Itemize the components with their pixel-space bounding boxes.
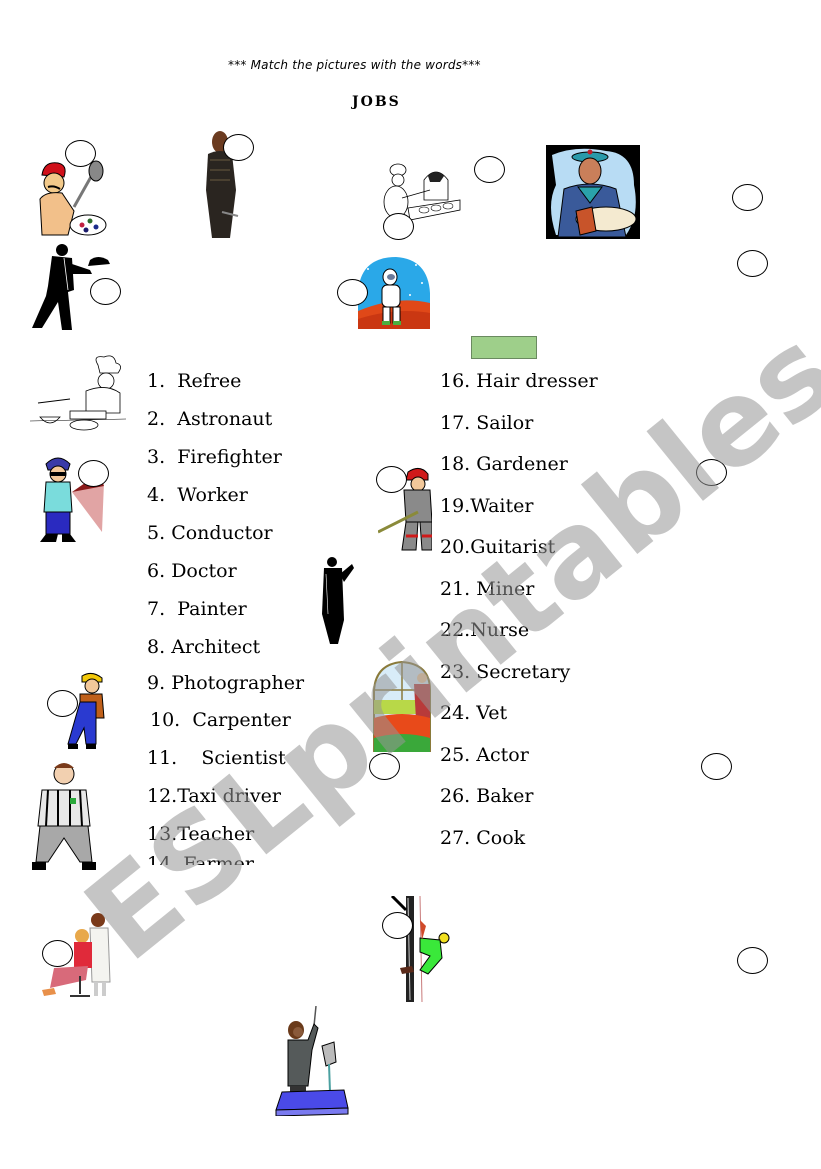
list-item: 6. Doctor bbox=[147, 560, 237, 582]
list-item-clipped: 14. Farmer bbox=[147, 853, 254, 865]
answer-circle[interactable] bbox=[474, 156, 505, 183]
answer-circle[interactable] bbox=[732, 184, 763, 211]
answer-circle[interactable] bbox=[223, 134, 254, 161]
list-item: 22.Nurse bbox=[440, 619, 530, 641]
answer-circle[interactable] bbox=[90, 278, 121, 305]
list-item: 21. Miner bbox=[440, 577, 535, 600]
list-item: 26. Baker bbox=[440, 785, 534, 807]
answer-circle[interactable] bbox=[65, 140, 96, 167]
list-item: 4. Worker bbox=[147, 484, 248, 506]
list-item: 11. Scientist bbox=[147, 747, 286, 769]
list-item: 8. Architect bbox=[147, 636, 261, 658]
answer-circle[interactable] bbox=[696, 459, 727, 486]
list-item: 13.Teacher bbox=[147, 823, 255, 845]
list-item: 16. Hair dresser bbox=[440, 370, 598, 392]
answer-circle[interactable] bbox=[737, 250, 768, 277]
list-item: 1. Refree bbox=[147, 370, 242, 392]
answer-circle[interactable] bbox=[737, 947, 768, 974]
answer-circle[interactable] bbox=[701, 753, 732, 780]
list-item: 25. Actor bbox=[440, 743, 529, 766]
list-item: 19.Waiter bbox=[440, 494, 534, 517]
list-item: 10. Carpenter bbox=[150, 709, 291, 731]
list-item: 23. Secretary bbox=[440, 660, 571, 683]
list-item: 17. Sailor bbox=[440, 411, 534, 434]
answer-circle[interactable] bbox=[369, 753, 400, 780]
conductor-picture bbox=[275, 1006, 349, 1116]
list-item: 27. Cook bbox=[440, 826, 526, 849]
list-item: 18. Gardener bbox=[440, 453, 568, 475]
answer-circle[interactable] bbox=[47, 690, 78, 717]
list-item: 7. Painter bbox=[147, 598, 247, 620]
list-item: 20.Guitarist bbox=[440, 536, 556, 558]
list-item: 24. Vet bbox=[440, 702, 508, 724]
answer-circle[interactable] bbox=[337, 279, 368, 306]
jobs-list-left: 1. Refree 2. Astronaut 3. Firefighter 4.… bbox=[147, 370, 304, 865]
page-title: JOBS bbox=[352, 94, 401, 110]
answer-circle[interactable] bbox=[383, 213, 414, 240]
list-item: 3. Firefighter bbox=[147, 446, 282, 468]
answer-circle[interactable] bbox=[78, 460, 109, 487]
calculator-display-picture bbox=[471, 336, 537, 359]
answer-circle[interactable] bbox=[42, 940, 73, 967]
list-item: 2. Astronaut bbox=[147, 408, 273, 430]
answer-circle[interactable] bbox=[382, 912, 413, 939]
instruction-text: *** Match the pictures with the words*** bbox=[228, 58, 481, 72]
jobs-list-right: 16. Hair dresser 17. Sailor 18. Gardener… bbox=[440, 370, 598, 868]
answer-circle[interactable] bbox=[376, 466, 407, 493]
list-item: 5. Conductor bbox=[147, 522, 273, 544]
sailor-picture bbox=[546, 145, 640, 239]
list-item: 9. Photographer bbox=[147, 672, 305, 694]
cook-picture bbox=[30, 355, 126, 431]
referee-picture bbox=[32, 763, 96, 870]
painter-picture bbox=[39, 160, 107, 236]
list-item: 12.Taxi driver bbox=[147, 785, 281, 807]
gardener-picture bbox=[373, 660, 431, 752]
teacher-silhouette-picture bbox=[322, 557, 354, 644]
